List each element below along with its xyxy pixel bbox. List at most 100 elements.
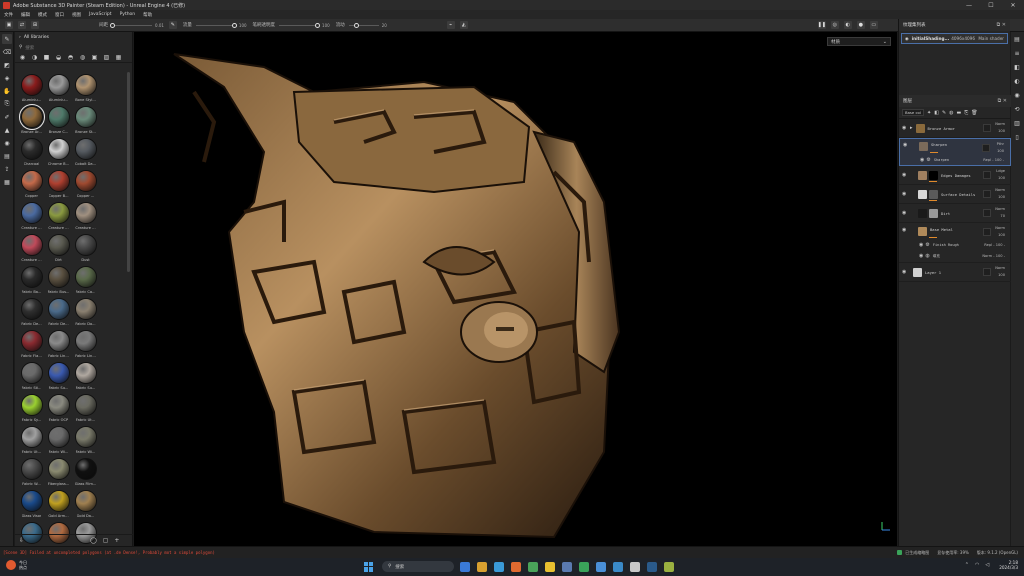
layer-opacity[interactable]: 70 xyxy=(1000,214,1005,218)
clone-icon[interactable]: ⎘ xyxy=(2,99,12,109)
taskbar-app-icon[interactable] xyxy=(477,561,487,572)
material-thumbnail[interactable]: Fabric Ba... xyxy=(18,264,45,296)
record-icon[interactable]: ● xyxy=(856,21,865,29)
eye-icon[interactable]: ◉ xyxy=(919,253,923,259)
shelf-header[interactable]: › All libraries xyxy=(15,32,132,43)
effect-value[interactable]: Repl - 100 - xyxy=(983,158,1004,162)
material-thumbnail[interactable]: Fabric Ca... xyxy=(72,264,99,296)
geometry-fill-icon[interactable]: ◈ xyxy=(2,73,12,83)
duplicate-icon[interactable]: ⎘ xyxy=(964,110,968,116)
menu-edit[interactable]: 编辑 xyxy=(21,12,30,18)
3d-viewport[interactable]: 材质 ⌄ xyxy=(134,32,897,546)
material-thumbnail[interactable]: Gold Da... xyxy=(72,488,99,520)
material-thumbnail[interactable]: Copper ... xyxy=(72,168,99,200)
eye-icon[interactable]: ◉ xyxy=(902,191,910,197)
layer-mask-box[interactable] xyxy=(983,268,991,276)
viewport-mode-dropdown[interactable]: 材质 ⌄ xyxy=(827,37,891,46)
filter-all-icon[interactable]: ◉ xyxy=(19,54,26,61)
material-thumbnail[interactable]: Bronze Ar... xyxy=(18,104,45,136)
texture-set-shader[interactable]: Main shader xyxy=(978,36,1004,41)
layer-row[interactable]: ◉ Base Metal Norm 100 ◉ ⚙ Finish Rough R… xyxy=(899,223,1011,263)
document-icon[interactable]: ▦ xyxy=(2,177,12,187)
filter-smart-material-icon[interactable]: ◑ xyxy=(31,54,38,61)
brush-preset-icon[interactable]: ▣ xyxy=(5,21,13,29)
layer-opacity[interactable]: 100 xyxy=(998,233,1005,237)
layer-mask-box[interactable] xyxy=(983,190,991,198)
display-settings-icon[interactable]: ◐ xyxy=(1013,78,1021,86)
layer-mask-thumbnail[interactable] xyxy=(929,189,938,199)
layer-mask-box[interactable] xyxy=(983,228,991,236)
taskbar-app-icon[interactable] xyxy=(596,561,606,572)
taskbar-app-icon[interactable] xyxy=(528,561,538,572)
filter-material-icon[interactable]: ■ xyxy=(43,54,50,61)
layer-row[interactable]: ◉ Dirt Norm 70 xyxy=(899,204,1011,223)
layer-blend[interactable]: Pthr xyxy=(997,142,1004,146)
material-thumbnail[interactable]: Cobalt Da... xyxy=(72,136,99,168)
eye-icon[interactable]: ◉ xyxy=(920,157,924,163)
eye-icon[interactable]: ◉ xyxy=(902,125,910,131)
material-thumbnail[interactable]: Fabric De... xyxy=(18,296,45,328)
taskbar-app-icon[interactable] xyxy=(545,561,555,572)
menu-window[interactable]: 窗口 xyxy=(55,12,64,18)
layer-mask-box[interactable] xyxy=(983,171,991,179)
menu-javascript[interactable]: JavaScript xyxy=(89,12,112,17)
flow-slider[interactable] xyxy=(195,22,237,28)
material-thumbnail[interactable]: Fabric Su... xyxy=(45,360,72,392)
polygon-fill-icon[interactable]: ▲ xyxy=(2,125,12,135)
material-thumbnail[interactable]: Creature ... xyxy=(45,200,72,232)
material-thumbnail[interactable]: Fabric Wi... xyxy=(45,424,72,456)
add-icon[interactable]: + xyxy=(114,537,119,544)
symmetry-icon[interactable]: ⇄ xyxy=(18,21,26,29)
layer-mask-thumbnail[interactable] xyxy=(929,170,938,180)
import-icon[interactable]: ⇩ xyxy=(19,537,24,544)
material-thumbnail[interactable]: Creature ... xyxy=(18,200,45,232)
maximize-icon[interactable]: ☐ xyxy=(980,0,1002,10)
picker-icon[interactable]: ✐ xyxy=(2,112,12,122)
layer-opacity[interactable]: 100 xyxy=(998,273,1005,277)
spacing-value[interactable]: 0.01 xyxy=(155,23,164,28)
shelf-search-input[interactable]: ⚲ 搜索 xyxy=(15,43,132,52)
material-thumbnail[interactable]: Creature ... xyxy=(72,200,99,232)
layer-blend[interactable]: Norm xyxy=(995,207,1005,211)
material-thumbnail[interactable]: Fabric Lin... xyxy=(45,328,72,360)
log-icon[interactable]: ▥ xyxy=(1013,120,1021,128)
taskbar-search[interactable]: ⚲ 搜索 xyxy=(382,561,454,572)
layer-effect-row[interactable]: ◉ ◍ 填充 Norm - 100 - xyxy=(899,251,1011,261)
weather-widget[interactable]: 今日 热点 xyxy=(6,560,27,570)
material-thumbnail[interactable]: Fabric Ut... xyxy=(18,424,45,456)
layer-opacity[interactable]: 100 xyxy=(998,195,1005,199)
taskbar-app-icon[interactable] xyxy=(511,561,521,572)
layer-blend[interactable]: Norm xyxy=(995,226,1005,230)
list-view-icon[interactable]: ◯ xyxy=(90,537,97,544)
delete-icon[interactable]: 🗑 xyxy=(971,110,977,116)
material-thumbnail[interactable]: Fabric Do... xyxy=(72,296,99,328)
material-thumbnail[interactable]: Copper B... xyxy=(45,168,72,200)
layer-row-selected[interactable]: ◉ Sharpen Pthr 100 ◉ ⚙ Sharpen Repl - 10… xyxy=(899,138,1011,166)
texture-set-resolution[interactable]: 4096x4096 xyxy=(951,36,975,41)
layer-blend[interactable]: Norm xyxy=(995,188,1005,192)
material-thumbnail[interactable]: Fabric Su... xyxy=(72,360,99,392)
menu-python[interactable]: Python xyxy=(120,12,136,17)
history-icon[interactable]: ⟲ xyxy=(1013,106,1021,114)
export-icon[interactable]: ⇪ xyxy=(2,164,12,174)
material-picker-icon[interactable]: ◉ xyxy=(2,138,12,148)
menu-mode[interactable]: 模式 xyxy=(38,12,47,18)
material-thumbnail[interactable]: Copper xyxy=(18,168,45,200)
volume-icon[interactable]: ◁ xyxy=(985,562,989,568)
minimize-icon[interactable]: — xyxy=(958,0,980,10)
camera-icon[interactable]: ◎ xyxy=(830,21,839,29)
projection-icon[interactable]: ◩ xyxy=(2,60,12,70)
material-thumbnail[interactable]: Fabric Fla... xyxy=(18,328,45,360)
eye-icon[interactable]: ◉ xyxy=(902,210,910,216)
material-thumbnail[interactable]: Charcoal xyxy=(18,136,45,168)
material-thumbnail[interactable]: Fabric Ut... xyxy=(72,392,99,424)
channel-dropdown[interactable]: Base col xyxy=(902,109,924,116)
bake-icon[interactable]: ▤ xyxy=(2,151,12,161)
eraser-icon[interactable]: ⌫ xyxy=(2,47,12,57)
filter-mask-icon[interactable]: ◒ xyxy=(55,54,62,61)
taskbar-app-icon[interactable] xyxy=(647,561,657,572)
windows-start-icon[interactable] xyxy=(364,561,374,572)
taskbar-app-icon[interactable] xyxy=(664,561,674,572)
layer-opacity[interactable]: 100 xyxy=(997,149,1004,153)
menu-file[interactable]: 文件 xyxy=(4,12,13,18)
